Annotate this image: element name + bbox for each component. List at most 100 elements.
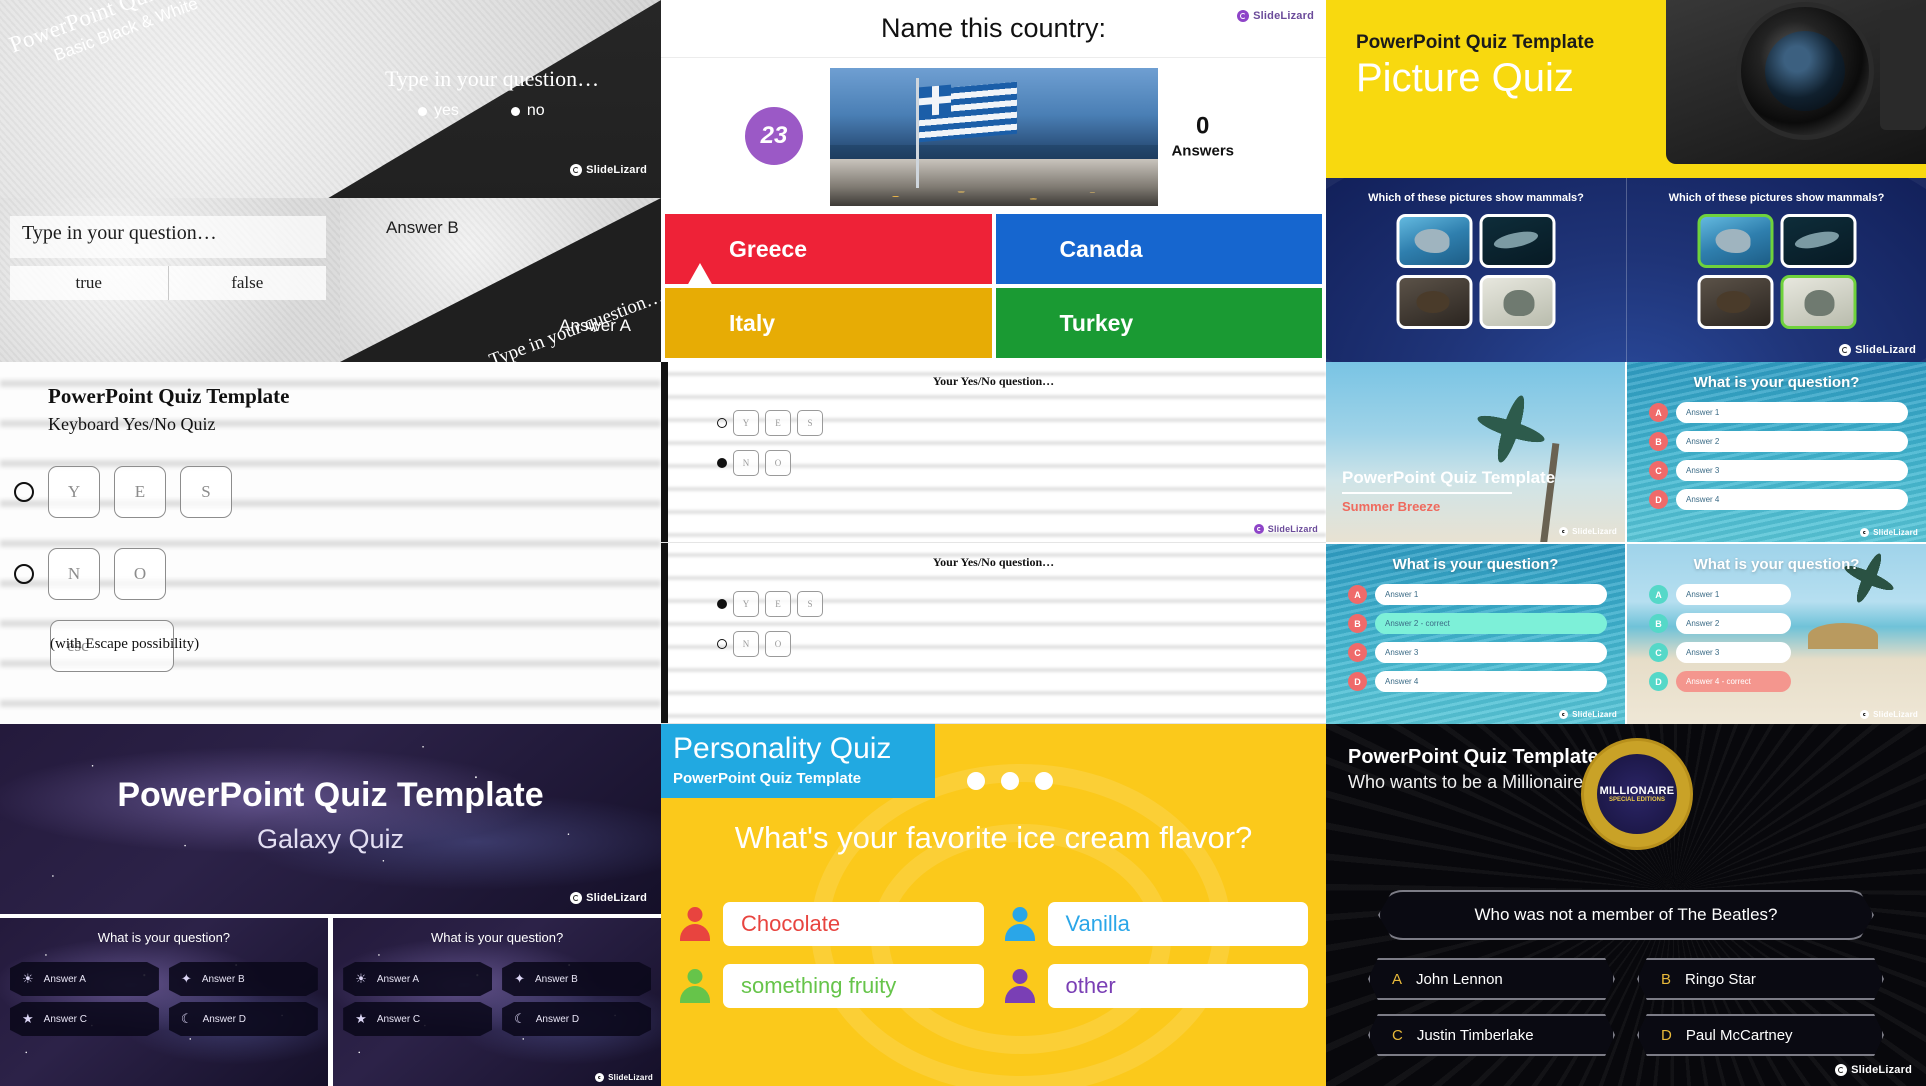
summer-question-slide-1[interactable]: What is your question? A Answer 1 B Answ… (1627, 362, 1926, 542)
personality-option-other[interactable]: other (1004, 964, 1308, 1008)
millionaire-subtitle: Who wants to be a Millionaire (1348, 772, 1584, 792)
key-y[interactable]: Y (733, 410, 759, 436)
summer-answer-option[interactable]: A Answer 1 (1649, 402, 1908, 423)
key-n[interactable]: N (733, 631, 759, 657)
cat-image-correct[interactable] (1780, 275, 1856, 329)
millionaire-option-b[interactable]: B Ringo Star (1637, 958, 1884, 1000)
summer-answer-option[interactable]: A Answer 1 (1649, 584, 1792, 605)
galaxy-answer-c[interactable]: ★ Answer C (10, 1002, 159, 1036)
millionaire-option-c[interactable]: C Justin Timberlake (1368, 1014, 1615, 1056)
turtle-image[interactable] (1396, 275, 1473, 329)
key-s[interactable]: S (797, 591, 823, 617)
bullet-b-icon: B (1348, 614, 1367, 633)
mini-no-row-2[interactable]: N O (717, 631, 791, 657)
galaxy-answer-b[interactable]: ✦ Answer B (168, 962, 318, 996)
bullet-c-icon: C (1649, 643, 1668, 662)
panel-keyboard-yes-no[interactable]: PowerPoint Quiz Template Keyboard Yes/No… (0, 362, 661, 724)
cat-image[interactable] (1479, 275, 1556, 329)
key-s[interactable]: S (797, 410, 823, 436)
keyboard-subtitle: Keyboard Yes/No Quiz (48, 414, 216, 434)
key-n[interactable]: N (48, 548, 100, 600)
galaxy-answer-d[interactable]: ☾ Answer D (502, 1002, 651, 1036)
key-e[interactable]: E (765, 410, 791, 436)
mini-yes-row-2[interactable]: Y E S (717, 591, 823, 617)
panel-galaxy-quiz[interactable]: PowerPoint Quiz Template Galaxy Quiz Sli… (0, 724, 661, 1086)
panel-basic-black-white[interactable]: PowerPoint Quiz Template Basic Black & W… (0, 0, 661, 362)
bw-option-false[interactable]: false (169, 266, 327, 300)
radio-yes-selected[interactable] (717, 599, 727, 609)
country-option-turkey[interactable]: Turkey (995, 288, 1322, 358)
key-y[interactable]: Y (733, 591, 759, 617)
summer-answer-option[interactable]: A Answer 1 (1348, 584, 1607, 605)
summer-answer-option[interactable]: B Answer 2 (1649, 613, 1792, 634)
panel-name-this-country[interactable]: Name this country: SlideLizard 23 0 Answ… (661, 0, 1326, 362)
personality-option-vanilla[interactable]: Vanilla (1004, 902, 1308, 946)
slidelizard-logo: SlideLizard (1835, 1064, 1912, 1076)
picture-quiz-slide-left[interactable]: Which of these pictures show mammals? (1326, 178, 1626, 362)
panel-summer-breeze[interactable]: PowerPoint Quiz Template Summer Breeze S… (1326, 362, 1926, 724)
mini-no-row-1[interactable]: N O (717, 450, 791, 476)
bw-option-no[interactable]: no (510, 102, 545, 120)
radio-no[interactable] (14, 564, 34, 584)
panel-picture-quiz[interactable]: PowerPoint Quiz Template Picture Quiz Wh… (1326, 0, 1926, 362)
dolphin-image-correct[interactable] (1697, 214, 1773, 268)
bw-option-yes[interactable]: yes (418, 102, 459, 120)
summer-answer-option[interactable]: C Answer 3 (1348, 642, 1607, 663)
country-option-canada[interactable]: Canada (995, 214, 1322, 284)
summer-answer-option[interactable]: D Answer 4 (1649, 489, 1908, 510)
shark-image[interactable] (1479, 214, 1556, 268)
galaxy-title-slide[interactable]: PowerPoint Quiz Template Galaxy Quiz Sli… (0, 724, 661, 914)
keyboard-no-row[interactable]: N O (14, 548, 166, 600)
panel-personality-quiz[interactable]: Personality Quiz PowerPoint Quiz Templat… (661, 724, 1326, 1086)
galaxy-question-slide-right[interactable]: What is your question? ☀ Answer A ✦ Answ… (333, 918, 661, 1086)
dolphin-image[interactable] (1396, 214, 1473, 268)
key-o[interactable]: O (765, 631, 791, 657)
turtle-image[interactable] (1697, 275, 1773, 329)
key-o[interactable]: O (114, 548, 166, 600)
galaxy-question-slide-left[interactable]: What is your question? ☀ Answer A ✦ Answ… (0, 918, 328, 1086)
galaxy-answer-a[interactable]: ☀ Answer A (343, 962, 493, 996)
summer-answer-option[interactable]: C Answer 3 (1649, 642, 1792, 663)
radio-no-selected[interactable] (717, 458, 727, 468)
radio-yes[interactable] (717, 418, 727, 428)
country-option-greece[interactable]: Greece (665, 214, 992, 286)
key-e[interactable]: E (114, 466, 166, 518)
keyboard-yes-row[interactable]: Y E S (14, 466, 232, 518)
bw-option-true[interactable]: true (10, 266, 169, 300)
key-y[interactable]: Y (48, 466, 100, 518)
panel-mini-yes-no[interactable]: Your Yes/No question… Y E S N O SlideLiz… (661, 362, 1326, 724)
millionaire-option-a[interactable]: A John Lennon (1368, 958, 1615, 1000)
option-letter: B (1661, 970, 1672, 988)
panel-millionaire[interactable]: PowerPoint Quiz Template Who wants to be… (1326, 724, 1926, 1086)
galaxy-answer-a[interactable]: ☀ Answer A (10, 962, 159, 996)
shark-image[interactable] (1780, 214, 1856, 268)
mini-yes-row-1[interactable]: Y E S (717, 410, 823, 436)
key-s[interactable]: S (180, 466, 232, 518)
key-o[interactable]: O (765, 450, 791, 476)
summer-title-slide[interactable]: PowerPoint Quiz Template Summer Breeze S… (1326, 362, 1625, 542)
millionaire-option-d[interactable]: D Paul McCartney (1637, 1014, 1884, 1056)
picture-quiz-slide-right[interactable]: Which of these pictures show mammals? (1626, 178, 1926, 362)
radio-no[interactable] (717, 639, 727, 649)
summer-answer-text: Answer 1 (1375, 584, 1607, 605)
mini-slide-2[interactable]: Your Yes/No question… Y E S N O (661, 543, 1326, 724)
summer-answer-option[interactable]: C Answer 3 (1649, 460, 1908, 481)
galaxy-answer-b[interactable]: ✦ Answer B (502, 962, 651, 996)
bw-ab-slide[interactable]: Answer B Answer A Type in your question… (340, 198, 661, 362)
key-e[interactable]: E (765, 591, 791, 617)
radio-yes[interactable] (14, 482, 34, 502)
personality-option-chocolate[interactable]: Chocolate (679, 902, 984, 946)
key-n[interactable]: N (733, 450, 759, 476)
galaxy-answer-d[interactable]: ☾ Answer D (168, 1002, 318, 1036)
summer-question-slide-3[interactable]: What is your question? A Answer 1 B Answ… (1627, 544, 1926, 724)
mini-slide-1[interactable]: Your Yes/No question… Y E S N O SlideLiz… (661, 362, 1326, 543)
country-option-italy[interactable]: Italy (665, 288, 992, 358)
summer-answer-option[interactable]: B Answer 2 (1649, 431, 1908, 452)
summer-answer-option-correct[interactable]: B Answer 2 - correct (1348, 613, 1607, 634)
personality-option-fruity[interactable]: something fruity (679, 964, 984, 1008)
summer-question-slide-2[interactable]: What is your question? A Answer 1 B Answ… (1326, 544, 1625, 724)
bw-truefalse-slide[interactable]: Type in your question… true false (0, 198, 340, 362)
galaxy-answer-c[interactable]: ★ Answer C (343, 1002, 493, 1036)
summer-answer-option[interactable]: D Answer 4 (1348, 671, 1607, 692)
summer-answer-option-correct[interactable]: D Answer 4 - correct (1649, 671, 1792, 692)
